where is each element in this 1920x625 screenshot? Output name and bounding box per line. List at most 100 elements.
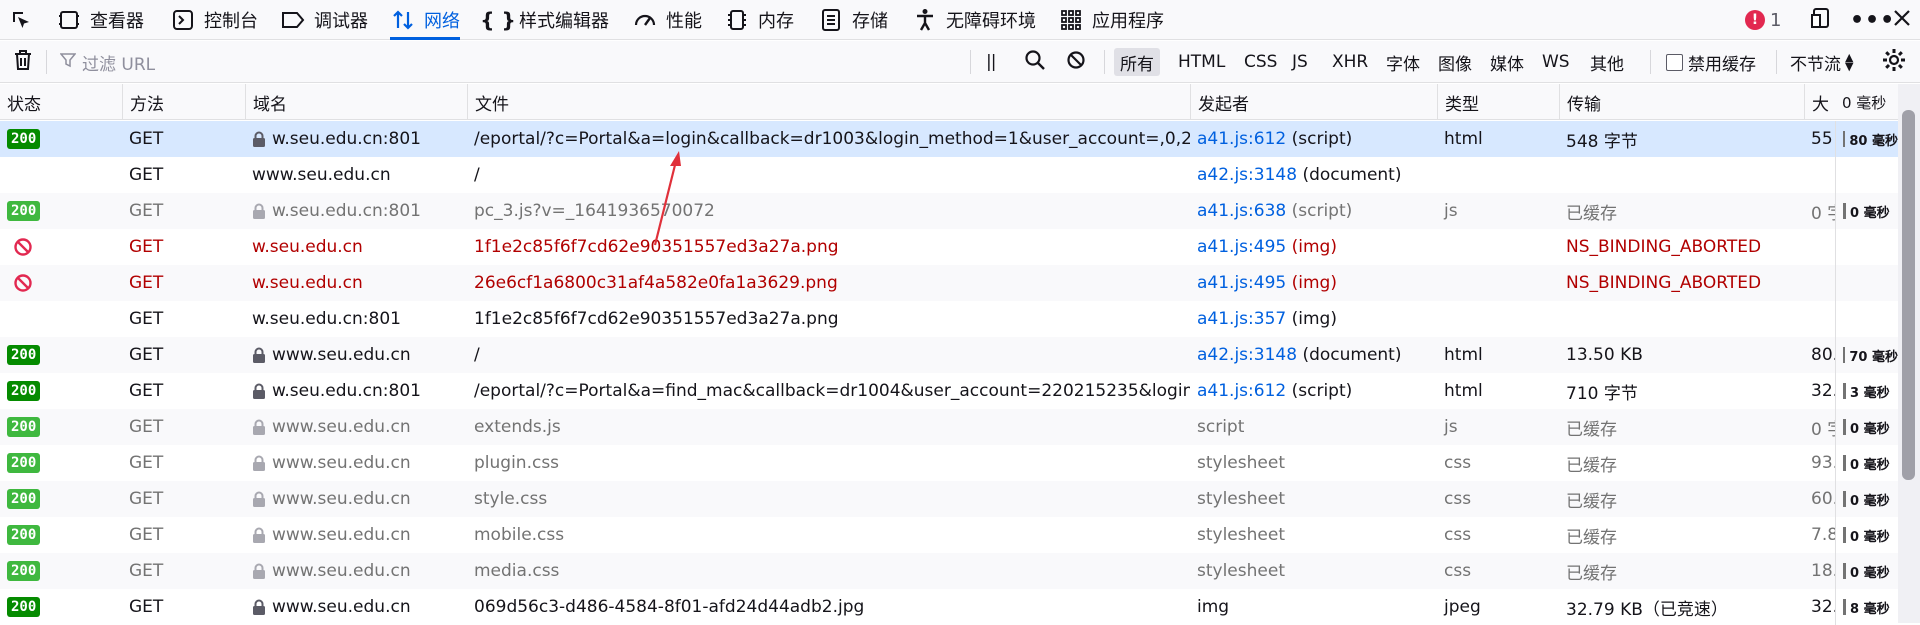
block-requests-button[interactable] (1066, 41, 1086, 83)
toolbar-divider (1650, 50, 1651, 74)
filter-button-5[interactable]: 字体 (1380, 48, 1426, 76)
table-row[interactable]: GET w.seu.edu.cn 26e6cf1a6800c31af4a582e0f… (0, 265, 1898, 301)
tab-style-editor[interactable]: { } 样式编辑器 (480, 0, 609, 40)
method-cell: GET (129, 453, 164, 473)
initiator-link[interactable]: a42.js:3148 (1197, 165, 1297, 185)
initiator-type: (img) (1291, 273, 1337, 293)
filter-button-0[interactable]: 所有 (1114, 48, 1160, 76)
initiator-link[interactable]: a41.js:612 (1197, 129, 1286, 149)
domain-text: w.seu.edu.cn (252, 273, 363, 293)
column-header-3[interactable]: 文件 (467, 84, 1190, 120)
error-indicator[interactable]: ! 1 (1745, 0, 1781, 40)
table-row[interactable]: 200 GET www.seu.edu.cn plugin.css stylesheet… (0, 445, 1898, 481)
filter-button-4[interactable]: XHR (1326, 48, 1374, 76)
column-header-8[interactable]: 0 毫秒 (1835, 84, 1898, 120)
filter-button-8[interactable]: WS (1536, 48, 1576, 76)
tab-memory[interactable]: 内存 (724, 0, 794, 40)
filter-button-9[interactable]: 其他 (1584, 48, 1630, 76)
table-row[interactable]: 200 GET www.seu.edu.cn media.css stylesheet c… (0, 553, 1898, 589)
table-row[interactable]: 200 GET www.seu.edu.cn / a42.js:3148 (docume… (0, 337, 1898, 373)
timing-bar (1843, 131, 1846, 147)
initiator-link[interactable]: a42.js:3148 (1197, 345, 1297, 365)
disable-cache-toggle[interactable]: 禁用缓存 (1666, 41, 1756, 83)
column-header-7[interactable]: 大 (1804, 84, 1835, 120)
domain-text: www.seu.edu.cn (272, 597, 411, 617)
throttle-select[interactable]: 不节流 ▲ ▼ (1790, 41, 1853, 83)
size-cell: 32. (1811, 381, 1835, 401)
tab-console[interactable]: 控制台 (170, 0, 258, 40)
tab-network[interactable]: 网络 (390, 0, 460, 40)
element-picker-button[interactable] (8, 0, 42, 40)
url-filter-input[interactable]: 过滤 URL (59, 41, 960, 83)
status-badge: 200 (7, 345, 41, 365)
filter-icon (59, 52, 77, 73)
domain-cell: www.seu.edu.cn (245, 517, 467, 553)
tab-inspector[interactable]: 查看器 (56, 0, 144, 40)
initiator-type: script (1197, 417, 1245, 437)
initiator-type: stylesheet (1197, 453, 1285, 473)
size-cell (1804, 301, 1835, 337)
search-button[interactable] (1024, 41, 1046, 83)
table-row[interactable]: 200 GET w.seu.edu.cn:801/eportal/?c=Portal… (0, 121, 1898, 157)
lock-icon (252, 203, 266, 219)
table-row[interactable]: 200 GET w.seu.edu.cn:801/eportal/?c=Portal… (0, 373, 1898, 409)
filter-button-1[interactable]: HTML (1172, 48, 1231, 76)
tab-application[interactable]: 应用程序 (1058, 0, 1164, 40)
size-cell: 32. (1811, 597, 1835, 617)
method-cell: GET (129, 597, 164, 617)
column-header-1[interactable]: 方法 (122, 84, 245, 120)
scrollbar-thumb[interactable] (1902, 110, 1915, 480)
column-header-5[interactable]: 类型 (1437, 84, 1559, 120)
initiator-cell: stylesheet (1190, 445, 1437, 481)
block-icon (1066, 50, 1086, 75)
more-options-button[interactable]: ••• (1850, 0, 1895, 40)
tab-accessibility[interactable]: 无障碍环境 (912, 0, 1036, 40)
column-header-2[interactable]: 域名 (245, 84, 467, 120)
initiator-link[interactable]: a41.js:638 (1197, 201, 1286, 221)
clear-button[interactable] (12, 41, 34, 83)
table-row[interactable]: 200 GET www.seu.edu.cn 069d56c3-d486-4584-8… (0, 589, 1898, 625)
filter-button-2[interactable]: CSS (1238, 48, 1283, 76)
pause-button[interactable]: || (986, 41, 997, 83)
disable-cache-checkbox[interactable] (1666, 53, 1683, 71)
initiator-link[interactable]: a41.js:357 (1197, 309, 1286, 329)
toolbar-divider (1104, 50, 1105, 74)
tab-storage[interactable]: 存储 (818, 0, 888, 40)
close-button[interactable] (1893, 0, 1911, 40)
tab-performance[interactable]: 性能 (632, 0, 702, 40)
tab-label: 无障碍环境 (946, 11, 1036, 32)
lock-icon (252, 455, 266, 471)
table-row[interactable]: GET w.seu.edu.cn 1f1e2c85f6f7cd62e90351557… (0, 229, 1898, 265)
column-header-6[interactable]: 传输 (1559, 84, 1804, 120)
filter-button-6[interactable]: 图像 (1432, 48, 1478, 76)
table-row[interactable]: 200 GET www.seu.edu.cn mobile.css stylesheet… (0, 517, 1898, 553)
transfer-cell: 已缓存 (1566, 491, 1617, 512)
domain-cell: w.seu.edu.cn:801 (245, 373, 467, 409)
method-cell: GET (129, 309, 164, 329)
table-row[interactable]: 200 GET www.seu.edu.cn style.css stylesheet c… (0, 481, 1898, 517)
method-cell: GET (129, 273, 164, 293)
timing-bar (1843, 563, 1846, 579)
table-row[interactable]: GET w.seu.edu.cn:801 1f1e2c85f6f7cd62e9035… (0, 301, 1898, 337)
filter-button-7[interactable]: 媒体 (1484, 48, 1530, 76)
tab-debugger[interactable]: 调试器 (280, 0, 368, 40)
initiator-link[interactable]: a41.js:495 (1197, 273, 1286, 293)
initiator-link[interactable]: a41.js:612 (1197, 381, 1286, 401)
inspector-icon (56, 7, 82, 33)
dock-button[interactable] (1810, 0, 1832, 40)
type-cell (1437, 229, 1559, 265)
timing-cell (1835, 265, 1898, 301)
toolbar-divider (970, 50, 971, 74)
table-row[interactable]: 200 GET w.seu.edu.cn:801 pc_3.js?v=_1641936… (0, 193, 1898, 229)
column-header-4[interactable]: 发起者 (1190, 84, 1437, 120)
initiator-type: stylesheet (1197, 525, 1285, 545)
timing-cell: 0 毫秒 (1835, 481, 1898, 517)
trash-icon (12, 48, 34, 77)
network-settings-button[interactable] (1882, 41, 1906, 83)
filter-button-3[interactable]: JS (1286, 48, 1314, 76)
table-row[interactable]: 200 GET www.seu.edu.cn extends.js script js 已缓… (0, 409, 1898, 445)
initiator-type: (document) (1302, 345, 1402, 365)
initiator-link[interactable]: a41.js:495 (1197, 237, 1286, 257)
column-header-0[interactable]: 状态 (0, 84, 122, 120)
table-row[interactable]: GET www.seu.edu.cn / a42.js:3148 (document) (0, 157, 1898, 193)
